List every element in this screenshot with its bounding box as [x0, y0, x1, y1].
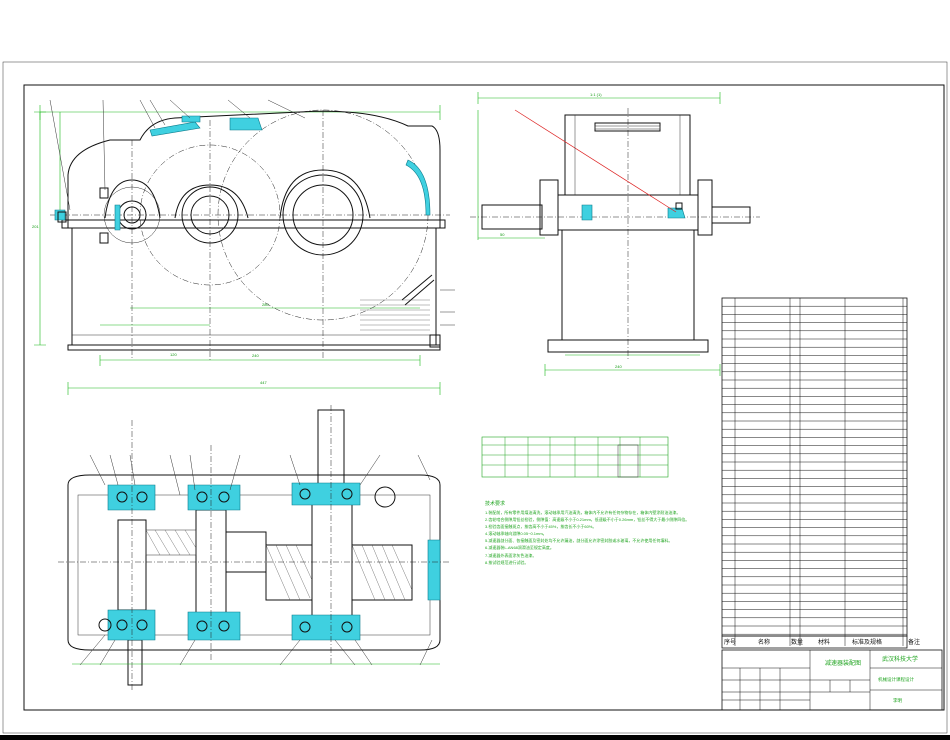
side-view: 1:1 (1) 240 50 [470, 92, 760, 376]
tech-req-item: 3.检验齿面接触斑点，按齿高不小于45%，按齿长不小于60%。 [485, 524, 597, 530]
tech-req-item: 6.减速器装L-AN68润滑油至规定高度。 [485, 545, 554, 551]
svg-text:120: 120 [170, 352, 177, 357]
gear-parameter-table [481, 436, 669, 478]
tech-req-item: 7.减速器外表面涂灰色油漆。 [485, 552, 537, 558]
technical-requirements: 技术要求 1.装配前，所有零件用煤油清洗，滚动轴承用汽油清洗，箱体内不允许有任何… [485, 500, 710, 567]
title-course: 机械设计课程设计 [878, 676, 914, 683]
bom-header-material: 材料 [818, 638, 830, 646]
bom-header-standard: 标准及规格 [852, 638, 882, 646]
svg-text:1:1 (1): 1:1 (1) [590, 92, 602, 97]
front-view: 447 240 120 280 201 [32, 99, 455, 395]
tech-req-title: 技术要求 [485, 501, 506, 507]
title-product-name: 减速器装配图 [825, 659, 861, 667]
bom-header-name: 名称 [758, 638, 770, 646]
svg-text:240: 240 [615, 364, 622, 369]
drawing-canvas: 447 240 120 280 201 1:1 (1) 240 50 序号 名称… [2, 61, 948, 734]
title-school: 武汉科技大学 [882, 655, 918, 663]
tech-req-item: 1.装配前，所有零件用煤油清洗，滚动轴承用汽油清洗，箱体内不允许有任何杂物存在，… [485, 510, 681, 515]
tech-req-item: 2.齿轮啮合侧隙用铅丝检验，侧隙值：高速级不小于0.21mm，低速级不小于0.2… [485, 517, 690, 523]
bom-header-seq: 序号 [724, 638, 736, 646]
tech-req-item: 4.滚动轴承轴向游隙0.05~0.1mm。 [485, 531, 547, 537]
bom-header-qty: 数量 [791, 638, 803, 646]
svg-text:447: 447 [260, 380, 267, 385]
tech-req-item: 8.按试验规范进行试验。 [485, 559, 529, 565]
title-drawn-by: 李明 [893, 697, 902, 704]
bom-header-note: 备注 [908, 638, 920, 646]
inner-frame [23, 84, 945, 711]
parts-list-table [721, 297, 908, 646]
svg-text:240: 240 [252, 353, 259, 358]
tech-req-item: 5.减速器剖分面、各接触面及密封处均不允许漏油，剖分面允许涂密封胶或水玻璃，不允… [485, 538, 673, 544]
svg-text:50: 50 [500, 232, 505, 237]
svg-text:201: 201 [32, 224, 39, 229]
top-view [58, 405, 450, 690]
assembly-drawing-sheet: 447 240 120 280 201 1:1 (1) 240 50 序号 名称… [0, 0, 950, 735]
